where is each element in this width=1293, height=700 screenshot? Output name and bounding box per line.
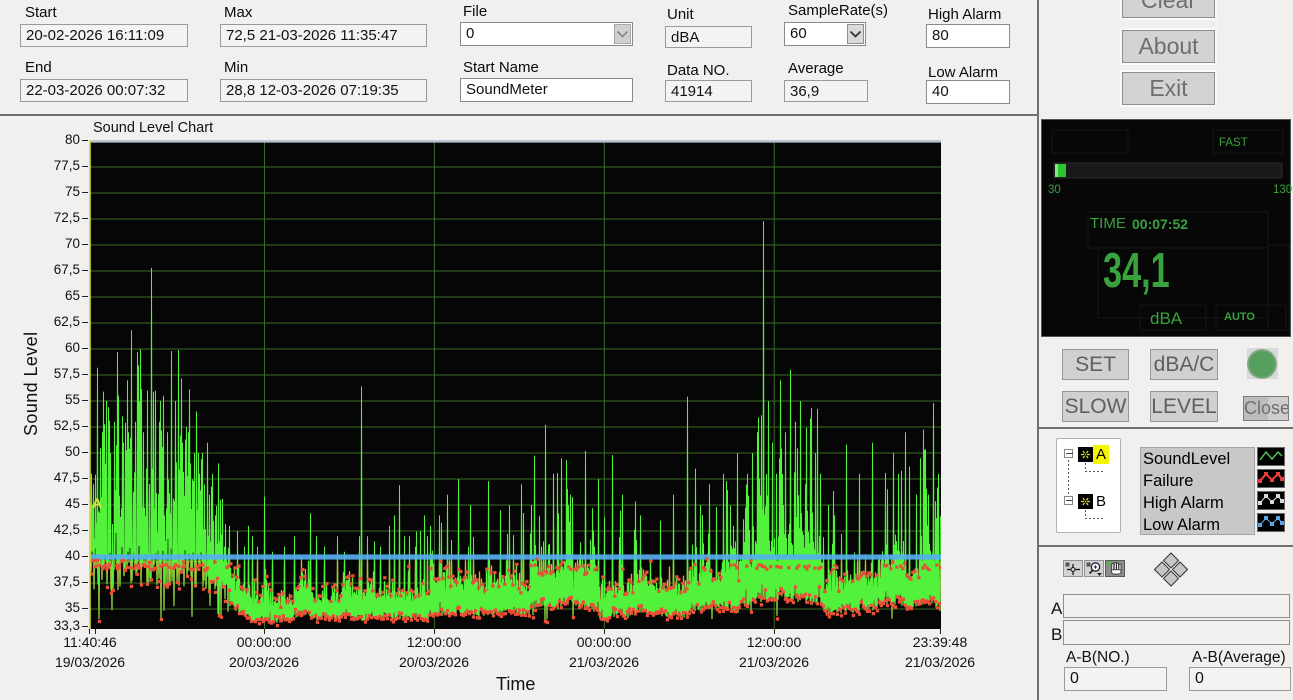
svg-text:A: A <box>92 495 102 511</box>
